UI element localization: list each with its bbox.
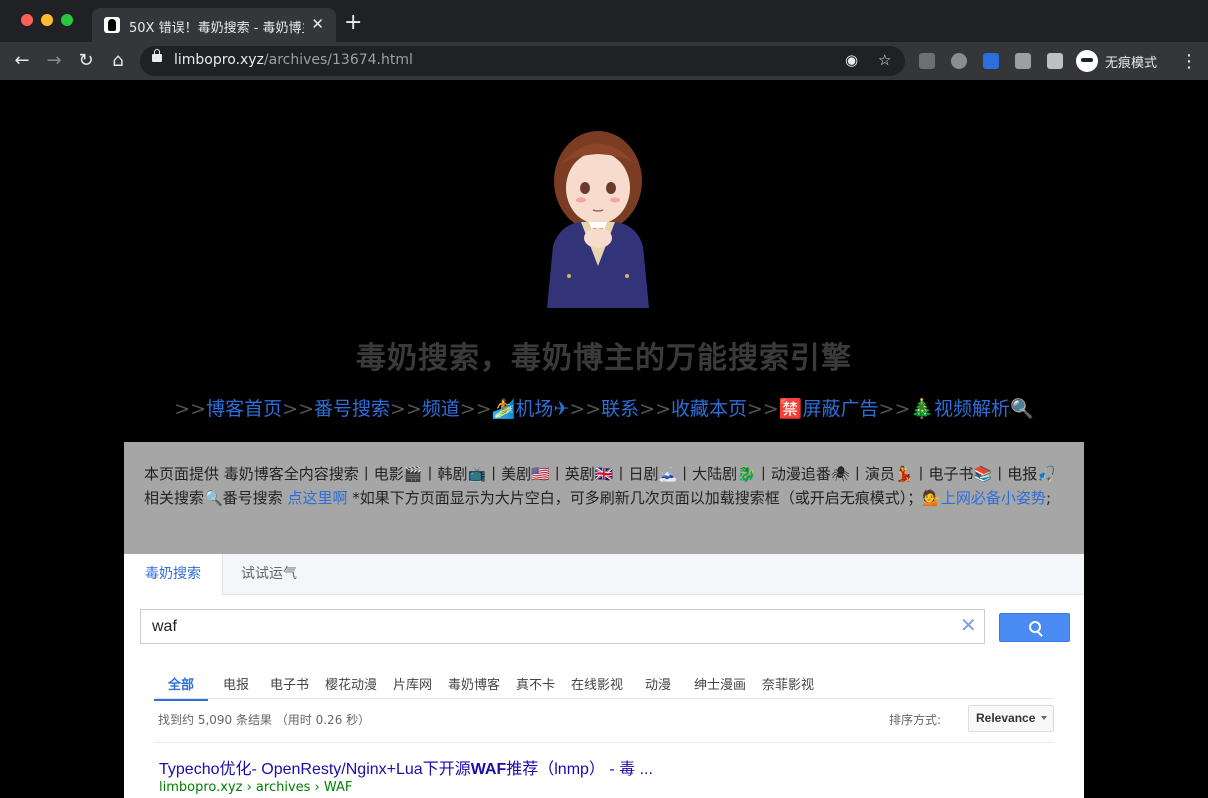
extension-icon[interactable] [983,53,999,69]
refine-zhenbuka[interactable]: 真不卡 [516,674,555,693]
star-icon[interactable]: ☆ [878,51,891,69]
search-box: ✕ [140,609,985,644]
puzzle-icon[interactable] [1047,53,1063,69]
result-title-pre: Typecho优化- OpenResty/Nginx+Lua下开源 [159,761,471,778]
incognito-icon [1076,50,1098,72]
nav-separator: >> [569,398,602,420]
favicon-icon [104,17,120,33]
refinement-tabs: 全部 电报 电子书 樱花动漫 片库网 毒奶博客 真不卡 在线影视 动漫 绅士漫画… [154,666,1054,701]
refine-anime[interactable]: 动漫 [645,674,671,693]
menu-icon[interactable]: ⋮ [1180,51,1198,72]
url-host: limbopro.xyz [174,52,264,68]
ublock-extension-icon[interactable] [919,53,935,69]
search-tabs: 毒奶搜索 试试运气 [124,554,1084,595]
nav-separator: >> [390,398,422,420]
tab-dunai-search[interactable]: 毒奶搜索 [124,554,223,595]
shield-icon[interactable] [1015,53,1031,69]
search-button[interactable] [999,613,1070,642]
nav-airport-link[interactable]: 🏄机场✈ [492,398,570,420]
anime-girl-logo [547,131,649,308]
browser-toolbar: ← → ↻ ⌂ limbopro.xyz/archives/13674.html… [0,42,1208,80]
site-title: 毒奶搜索，毒奶博主的万能搜索引擎 [356,341,852,376]
tab-lucky[interactable]: 试试运气 [220,554,318,594]
refine-naifei[interactable]: 奈菲影视 [762,674,814,693]
tips-link[interactable]: 💁上网必备小姿势 [922,489,1046,507]
nav-separator: >> [747,398,779,420]
result-url: limbopro.xyz › archives › WAF [159,780,353,795]
search-panel: 毒奶搜索 试试运气 ✕ 全部 电报 电子书 樱花动漫 片库网 毒奶博客 真不卡 … [124,554,1084,798]
sort-label: 排序方式: [889,713,942,727]
divider [154,742,1054,743]
page-content: 毒奶搜索，毒奶博主的万能搜索引擎 >>博客首页>>番号搜索>>频道>>🏄机场✈>… [0,80,1208,798]
sort-select[interactable]: Relevance [968,705,1054,732]
browser-tab[interactable]: 50X 错误！毒奶搜索 - 毒奶博主的万能搜索引擎 ✕ [92,8,336,42]
site-nav: >>博客首页>>番号搜索>>频道>>🏄机场✈>>联系>>收藏本页>>🈲屏蔽广告>… [0,394,1208,421]
chevron-down-icon [1041,716,1047,720]
info-text: 本页面提供 毒奶博客全内容搜索丨电影🎬丨韩剧📺丨美剧🇺🇸丨英剧🇬🇧丨日剧🗻丨大陆… [144,462,1064,510]
tab-bar: 50X 错误！毒奶搜索 - 毒奶博主的万能搜索引擎 ✕ + [0,0,1208,42]
url-text[interactable]: limbopro.xyz/archives/13674.html [174,52,413,68]
new-tab-icon[interactable]: + [344,12,362,34]
back-icon[interactable]: ← [11,50,33,72]
nav-channels-link[interactable]: 频道 [422,398,460,420]
maximize-window-button[interactable] [61,14,73,26]
url-path: /archives/13674.html [263,52,413,68]
refine-sakura-anime[interactable]: 樱花动漫 [325,674,377,693]
nav-blog-home-link[interactable]: 博客首页 [206,398,282,420]
result-title-link[interactable]: Typecho优化- OpenResty/Nginx+Lua下开源WAF推荐（l… [159,755,653,779]
browser-chrome: 50X 错误！毒奶搜索 - 毒奶博主的万能搜索引擎 ✕ + ← → ↻ ⌂ li… [0,0,1208,80]
lock-icon [152,49,162,62]
tab-title: 50X 错误！毒奶搜索 - 毒奶博主的万能搜索引擎 [129,21,304,36]
nav-separator: >> [459,398,492,420]
refine-telegram[interactable]: 电报 [223,674,249,693]
search-icon [1029,621,1041,633]
refine-gentleman-comics[interactable]: 绅士漫画 [694,674,746,693]
address-bar[interactable]: limbopro.xyz/archives/13674.html ◉ ☆ [140,46,905,76]
nav-separator: >> [282,398,314,420]
result-stats: 找到约 5,090 条结果 （用时 0.26 秒） [158,713,371,727]
nav-video-parse-link[interactable]: 🎄视频解析🔍 [910,398,1033,420]
search-input[interactable] [150,617,934,637]
incognito-badge[interactable]: 无痕模式 [1074,47,1166,75]
eye-off-icon[interactable]: ◉ [845,51,858,69]
result-title-highlight: WAF [470,761,507,778]
extension-icon[interactable] [951,53,967,69]
refine-online-video[interactable]: 在线影视 [571,674,623,693]
home-icon[interactable]: ⌂ [107,50,129,72]
reload-icon[interactable]: ↻ [75,50,97,72]
refine-dunai-blog[interactable]: 毒奶博客 [448,674,500,693]
nav-block-ads-link[interactable]: 🈲屏蔽广告 [779,398,879,420]
minimize-window-button[interactable] [41,14,53,26]
refine-ebook[interactable]: 电子书 [270,674,309,693]
close-window-button[interactable] [21,14,33,26]
result-title-post: 推荐（lnmp） - 毒 ... [506,761,653,778]
nav-separator: >> [174,398,207,420]
tab-close-icon[interactable]: ✕ [311,15,324,33]
refine-pianku[interactable]: 片库网 [393,674,432,693]
nav-bookmark-link[interactable]: 收藏本页 [671,398,747,420]
sort-value: Relevance [976,711,1036,725]
nav-separator: >> [639,398,671,420]
click-here-link[interactable]: 点这里啊 [287,489,347,507]
info-box: 本页面提供 毒奶博客全内容搜索丨电影🎬丨韩剧📺丨美剧🇺🇸丨英剧🇬🇧丨日剧🗻丨大陆… [124,442,1084,554]
nav-separator: >> [878,398,911,420]
info-tail: ; [1045,489,1051,507]
nav-contact-link[interactable]: 联系 [601,398,639,420]
nav-fanhao-search-link[interactable]: 番号搜索 [314,398,390,420]
incognito-label: 无痕模式 [1105,56,1158,71]
refine-all[interactable]: 全部 [154,674,209,701]
forward-icon[interactable]: → [43,50,65,72]
clear-search-icon[interactable]: ✕ [960,613,977,637]
info-tip: *如果下方页面显示为大片空白，可多刷新几次页面以加载搜索框（或开启无痕模式）； [347,489,923,507]
